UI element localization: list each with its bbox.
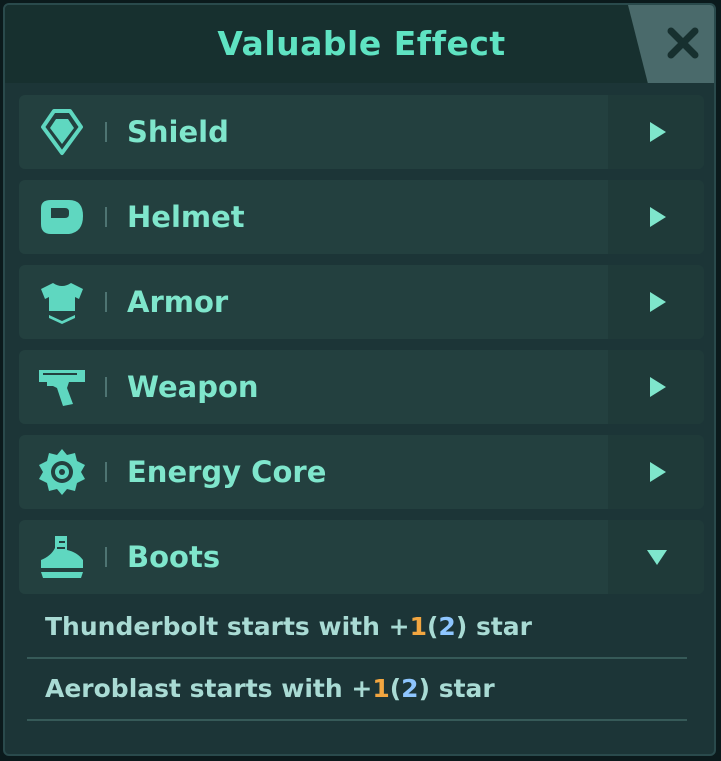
panel-title: Valuable Effect (217, 24, 506, 63)
effect-line: Aeroblast starts with +1(2) star (27, 659, 687, 721)
effect-bracket: ( (389, 674, 402, 703)
effect-suffix: star (430, 674, 495, 703)
play-arrow-icon (650, 377, 666, 397)
shield-icon (41, 109, 83, 155)
weapon-icon (39, 370, 85, 406)
effect-text: Thunderbolt starts with + (45, 612, 410, 641)
separator (105, 122, 107, 142)
category-label: Boots (127, 540, 221, 574)
play-arrow-icon (650, 462, 666, 482)
effect-text: Aeroblast starts with + (45, 674, 373, 703)
expand-toggle[interactable] (608, 180, 704, 254)
category-row-armor[interactable]: Armor (19, 265, 704, 339)
energy-core-icon (39, 449, 85, 495)
category-label: Weapon (127, 370, 259, 404)
effect-alt-value: 2 (401, 674, 419, 703)
effect-line: Thunderbolt starts with +1(2) star (27, 597, 687, 659)
category-row-helmet[interactable]: Helmet (19, 180, 704, 254)
collapse-toggle[interactable] (608, 520, 704, 594)
boots-effects-list: Thunderbolt starts with +1(2) star Aerob… (27, 597, 687, 721)
chevron-down-icon (647, 550, 667, 565)
separator (105, 377, 107, 397)
separator (105, 207, 107, 227)
category-label: Shield (127, 115, 229, 149)
valuable-effect-panel: Valuable Effect Shield Helmet Armor Weap… (3, 3, 716, 756)
close-icon[interactable] (664, 24, 702, 62)
effect-suffix: star (467, 612, 532, 641)
play-arrow-icon (650, 292, 666, 312)
play-arrow-icon (650, 122, 666, 142)
separator (105, 292, 107, 312)
boots-icon (41, 536, 83, 578)
expand-toggle[interactable] (608, 265, 704, 339)
effect-bracket: ) (455, 612, 468, 641)
effect-value: 1 (372, 674, 390, 703)
category-list: Shield Helmet Armor Weapon Energy Core B… (19, 95, 704, 605)
category-label: Helmet (127, 200, 245, 234)
play-arrow-icon (650, 207, 666, 227)
separator (105, 462, 107, 482)
separator (105, 547, 107, 567)
expand-toggle[interactable] (608, 435, 704, 509)
helmet-icon (41, 200, 83, 234)
category-label: Energy Core (127, 455, 327, 489)
effect-bracket: ( (426, 612, 439, 641)
category-row-weapon[interactable]: Weapon (19, 350, 704, 424)
effect-bracket: ) (418, 674, 430, 703)
panel-header: Valuable Effect (5, 5, 714, 83)
category-row-energy-core[interactable]: Energy Core (19, 435, 704, 509)
expand-toggle[interactable] (608, 95, 704, 169)
effect-alt-value: 2 (438, 612, 456, 641)
effect-value: 1 (409, 612, 427, 641)
category-label: Armor (127, 285, 229, 319)
expand-toggle[interactable] (608, 350, 704, 424)
category-row-boots[interactable]: Boots (19, 520, 704, 594)
category-row-shield[interactable]: Shield (19, 95, 704, 169)
armor-icon (41, 283, 83, 324)
